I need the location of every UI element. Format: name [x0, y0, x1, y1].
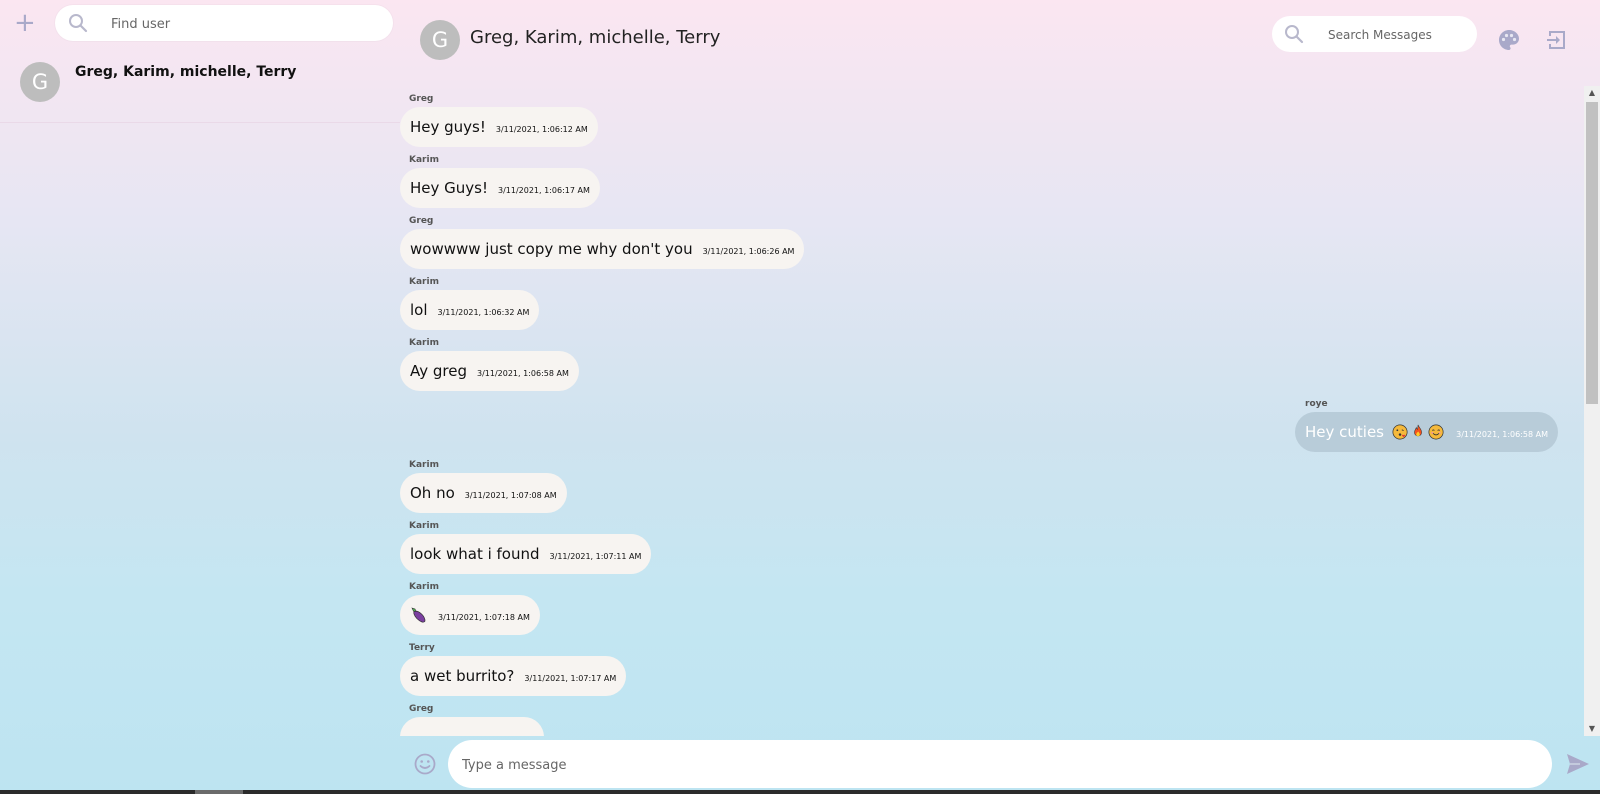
message-item-own: roye Hey cuties 3/11/2021, 1:06:58 AM: [1295, 399, 1558, 453]
avatar: G: [20, 62, 60, 102]
message-time: 3/11/2021, 1:07:08 AM: [464, 490, 557, 500]
message-time: 3/11/2021, 1:07:18 AM: [438, 612, 530, 622]
message-bubble[interactable]: Hey guys! 3/11/2021, 1:06:12 AM: [400, 107, 598, 147]
message-bubble[interactable]: Hey cuties 3/11/2021, 1:06:58 AM: [1295, 412, 1558, 452]
fire-icon: [1414, 424, 1422, 437]
message-bubble[interactable]: wowwww just copy me why don't you 3/11/2…: [400, 229, 805, 269]
message-sender: roye: [1305, 399, 1328, 409]
taskbar-segment: [195, 790, 243, 794]
message-bubble[interactable]: Oh no 3/11/2021, 1:07:08 AM: [400, 473, 567, 513]
chat-avatar: G: [420, 20, 460, 60]
find-user-search[interactable]: [55, 5, 393, 41]
scroll-up-arrow-icon[interactable]: ▲: [1584, 86, 1600, 100]
message-bubble[interactable]: a wet burrito? 3/11/2021, 1:07:17 AM: [400, 656, 627, 696]
message-text: Hey cuties: [1305, 423, 1384, 441]
message-sender: Karim: [409, 460, 439, 470]
message-text: Hey guys!: [410, 118, 486, 136]
smiling-face-icon: [1428, 424, 1444, 440]
conversation-item[interactable]: G Greg, Karim, michelle, Terry: [0, 56, 400, 123]
message-text: Oh no: [410, 484, 455, 502]
message-bubble[interactable]: Hey Guys! 3/11/2021, 1:06:17 AM: [400, 168, 600, 208]
message-sender: Karim: [409, 521, 439, 531]
search-messages-input[interactable]: [1326, 25, 1470, 45]
message-bubble[interactable]: look what i found 3/11/2021, 1:07:11 AM: [400, 534, 652, 574]
message-sender: Greg: [409, 94, 434, 104]
message-sender: Karim: [409, 338, 439, 348]
message-time: 3/11/2021, 1:06:58 AM: [1456, 429, 1549, 439]
plus-icon[interactable]: +: [14, 10, 36, 36]
sidebar: + G Greg, Karim, michelle, Terry: [0, 0, 400, 794]
taskbar-strip: [0, 790, 1600, 794]
message-text: wowwww just copy me why don't you: [410, 240, 693, 258]
kiss-face-icon: [1392, 424, 1408, 440]
message-list[interactable]: Greg Hey guys! 3/11/2021, 1:06:12 AM Kar…: [400, 88, 1582, 736]
message-text: a wet burrito?: [410, 667, 515, 685]
message-text: Hey Guys!: [410, 179, 488, 197]
message-sender: Terry: [409, 643, 435, 653]
message-time: 3/11/2021, 1:06:32 AM: [437, 307, 530, 317]
send-icon[interactable]: [1565, 752, 1591, 776]
search-icon: [69, 14, 88, 33]
message-scrollbar[interactable]: ▲ ▼: [1584, 86, 1600, 736]
message-sender: Karim: [409, 155, 439, 165]
logout-icon[interactable]: [1545, 28, 1569, 52]
message-bubble[interactable]: 3/11/2021, 1:07:18 AM: [400, 595, 540, 635]
message-time: 3/11/2021, 1:06:17 AM: [498, 185, 590, 195]
message-text: lol: [410, 301, 428, 319]
conversation-name: Greg, Karim, michelle, Terry: [75, 64, 297, 80]
message-sender: Greg: [409, 216, 434, 226]
message-composer[interactable]: [448, 740, 1552, 788]
message-input[interactable]: [460, 754, 1524, 776]
scroll-thumb[interactable]: [1586, 102, 1598, 404]
smiley-icon[interactable]: [413, 752, 437, 776]
message-text: look what i found: [410, 545, 540, 563]
message-sender: Karim: [409, 277, 439, 287]
message-sender: Greg: [409, 704, 434, 714]
message-bubble[interactable]: [400, 717, 544, 736]
message-sender: Karim: [409, 582, 439, 592]
chat-title: Greg, Karim, michelle, Terry: [470, 27, 721, 48]
search-messages[interactable]: [1272, 16, 1477, 52]
message-time: 3/11/2021, 1:07:11 AM: [549, 551, 642, 561]
message-time: 3/11/2021, 1:06:12 AM: [495, 124, 588, 134]
message-text: Ay greg: [410, 362, 467, 380]
search-icon: [1285, 25, 1304, 44]
palette-icon[interactable]: [1497, 28, 1521, 52]
message-time: 3/11/2021, 1:06:26 AM: [702, 246, 795, 256]
find-user-input[interactable]: [109, 13, 373, 35]
message-bubble[interactable]: lol 3/11/2021, 1:06:32 AM: [400, 290, 540, 330]
message-time: 3/11/2021, 1:07:17 AM: [524, 673, 617, 683]
message-time: 3/11/2021, 1:06:58 AM: [477, 368, 569, 378]
scroll-down-arrow-icon[interactable]: ▼: [1584, 722, 1600, 736]
eggplant-icon: [411, 607, 426, 623]
message-bubble[interactable]: Ay greg 3/11/2021, 1:06:58 AM: [400, 351, 579, 391]
